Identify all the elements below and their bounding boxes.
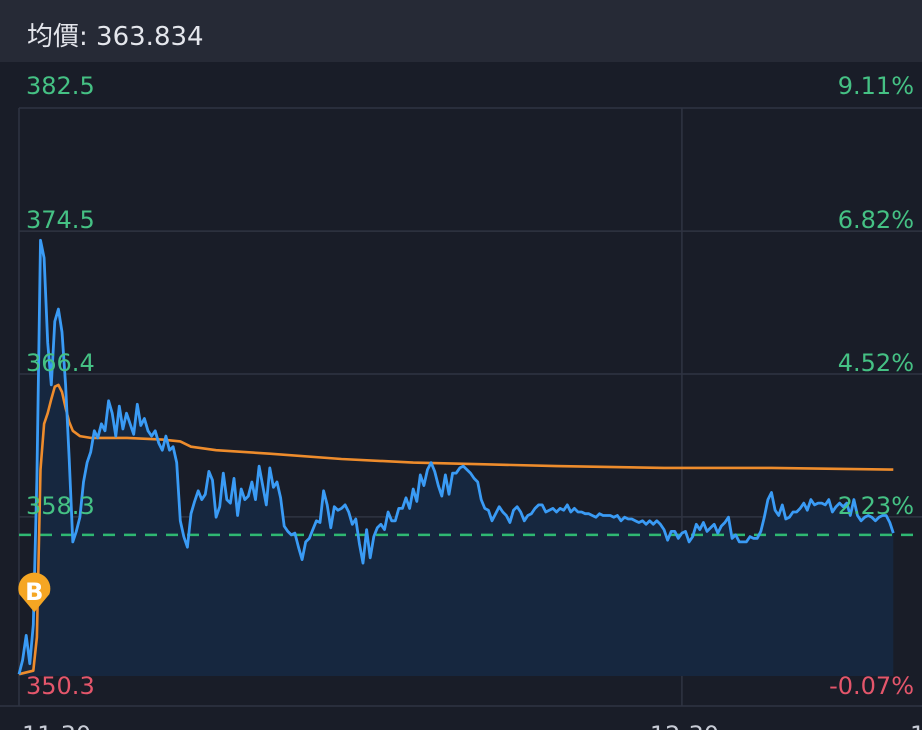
price-axis-label: 382.5 bbox=[26, 72, 95, 100]
buy-marker-label: B bbox=[25, 578, 43, 606]
time-axis-label: 13:30 bbox=[910, 721, 922, 730]
percent-axis-label: 2.23% bbox=[838, 492, 914, 520]
intraday-price-chart[interactable]: B 382.5 374.5 366.4 358.3 350.3 9.11% 6.82% 4.52… bbox=[0, 0, 922, 730]
price-axis-label: 358.3 bbox=[26, 492, 95, 520]
price-axis-label: 350.3 bbox=[26, 672, 95, 700]
percent-axis-label: 6.82% bbox=[838, 206, 914, 234]
price-axis-label: 366.4 bbox=[26, 349, 95, 377]
percent-axis-label: -0.07% bbox=[829, 672, 914, 700]
price-axis-label: 374.5 bbox=[26, 206, 95, 234]
price-area-fill bbox=[19, 240, 894, 677]
time-axis-label: 12:30 bbox=[650, 721, 719, 730]
percent-axis-label: 4.52% bbox=[838, 349, 914, 377]
percent-axis-label: 9.11% bbox=[838, 72, 914, 100]
time-axis-label: 11:30 bbox=[22, 721, 91, 730]
